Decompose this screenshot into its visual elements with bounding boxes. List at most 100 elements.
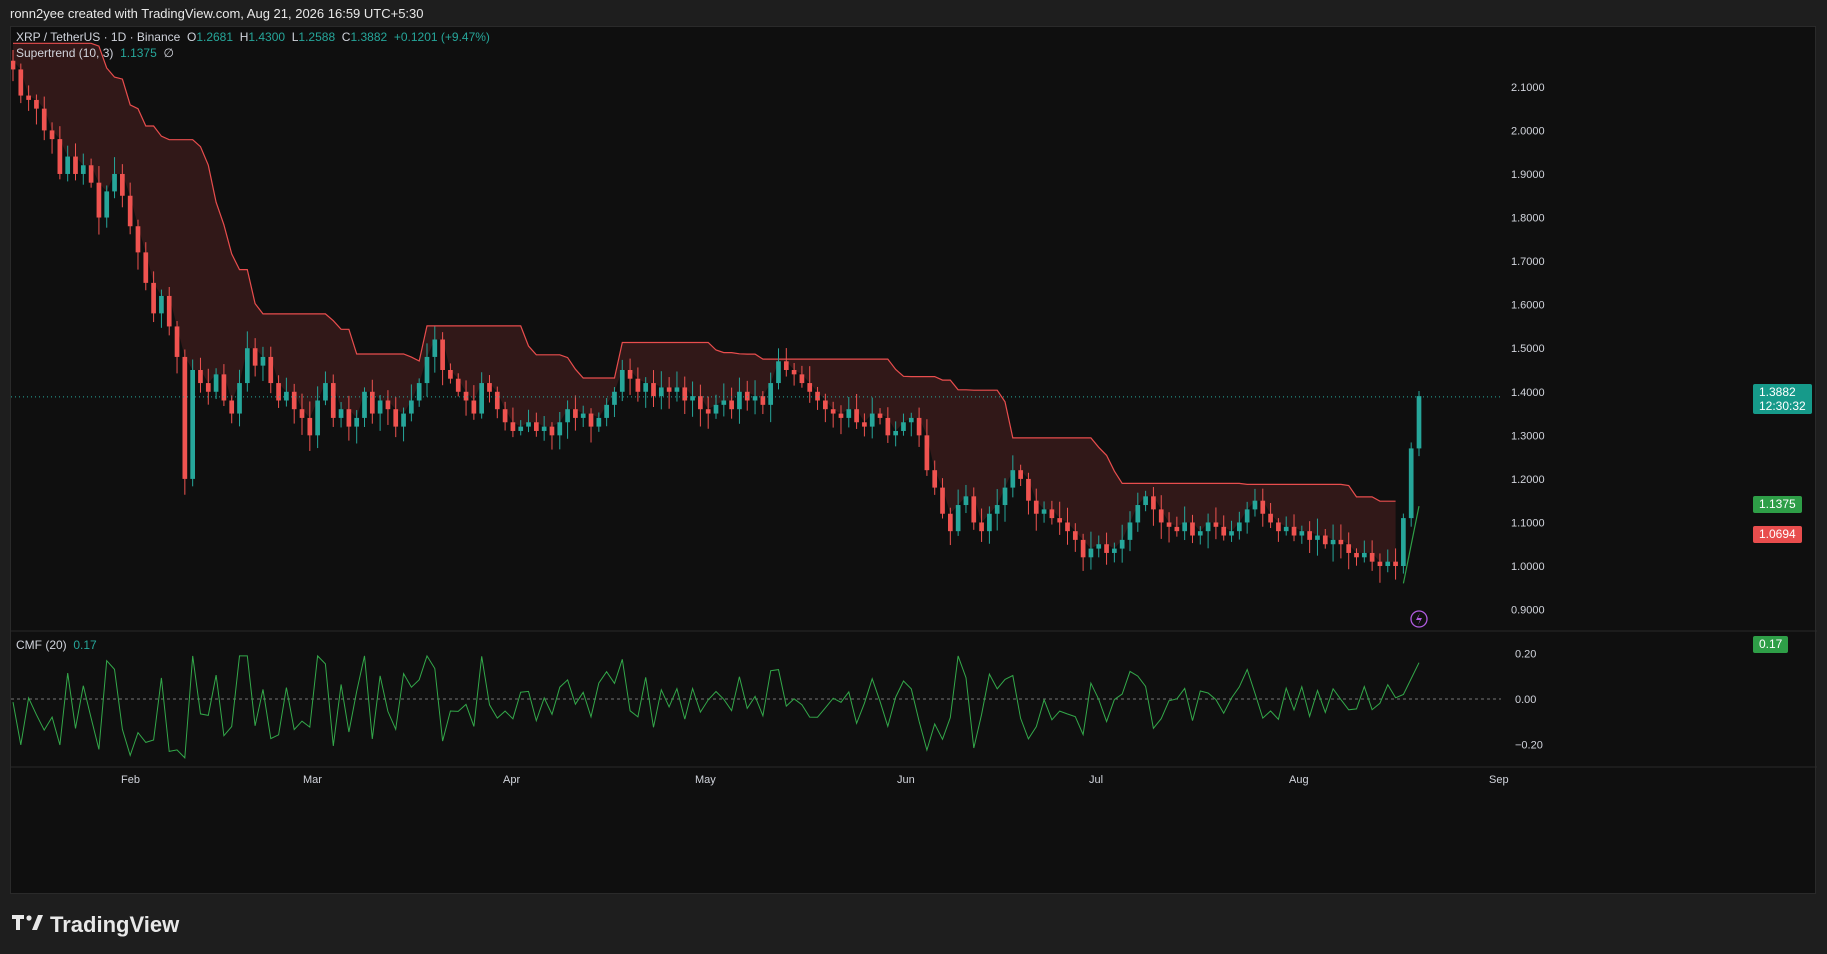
candle-body <box>1338 539 1344 545</box>
candle-body <box>557 422 563 436</box>
supertrend-empty-icon: ∅ <box>163 46 174 60</box>
candle-body <box>299 409 305 418</box>
candle-body <box>315 400 320 436</box>
cmf-legend[interactable]: CMF (20) 0.17 <box>16 638 97 652</box>
candle-body <box>908 417 914 423</box>
candle-body <box>1330 539 1336 545</box>
candle-body <box>526 422 531 427</box>
candle <box>135 219 141 270</box>
price-tick-label: 2.0000 <box>1511 125 1545 137</box>
candle-body <box>11 60 16 70</box>
candle <box>182 349 188 495</box>
price-tick-label: 1.5000 <box>1511 343 1545 355</box>
candle-body <box>854 409 859 423</box>
candle-body <box>1213 522 1219 527</box>
candle-body <box>1182 522 1188 532</box>
candle-body <box>807 383 813 392</box>
candle-body <box>330 383 336 418</box>
candle-body <box>916 417 922 436</box>
cmf-label[interactable]: CMF (20) <box>16 638 67 652</box>
candle <box>18 63 24 104</box>
candle-body <box>1346 544 1352 553</box>
candle-body <box>885 417 891 436</box>
candle-body <box>729 400 734 410</box>
candle-body <box>1276 522 1281 532</box>
price-tick-label: 1.0000 <box>1511 561 1545 573</box>
candle-body <box>1096 544 1102 549</box>
candle-body <box>877 413 883 418</box>
candle-body <box>416 383 422 401</box>
tradingview-logo[interactable]: TradingView <box>12 912 179 938</box>
price-tick-label: 1.8000 <box>1511 213 1545 225</box>
candle <box>362 387 367 427</box>
bar-countdown: 12:30:32 <box>1759 399 1806 413</box>
candle-body <box>440 339 445 370</box>
candle-body <box>49 130 55 140</box>
candle-body <box>1018 470 1023 479</box>
candle-body <box>1252 500 1258 510</box>
candle-body <box>776 361 781 384</box>
candle-body <box>846 409 852 418</box>
candle-body <box>783 361 789 370</box>
candle-body <box>135 226 141 253</box>
candle-body <box>393 409 399 427</box>
candle-body <box>166 295 172 327</box>
candle-body <box>1229 531 1234 536</box>
candle-body <box>323 383 328 401</box>
time-axis-label: Sep <box>1489 774 1509 786</box>
candle-body <box>1268 513 1273 523</box>
supertrend-legend[interactable]: Supertrend (10, 3) 1.1375 ∅ <box>16 46 174 60</box>
candle-body <box>651 383 656 397</box>
price-tick-label: 1.6000 <box>1511 300 1545 312</box>
cmf-current-tag: 0.17 <box>1753 636 1789 653</box>
price-tick-label: 1.2000 <box>1511 474 1545 486</box>
time-axis-label: May <box>695 774 716 786</box>
price-tick-label: 0.9000 <box>1511 605 1545 617</box>
candle-body <box>1283 526 1289 532</box>
candle-body <box>80 165 86 174</box>
candle-body <box>307 417 313 436</box>
candle-body <box>612 391 617 405</box>
candle-body <box>838 413 844 418</box>
candle-body <box>518 426 524 431</box>
candle-body <box>791 369 797 375</box>
price-tick-label: 1.1000 <box>1511 517 1545 529</box>
candle-body <box>127 195 133 227</box>
candle-body <box>190 369 195 479</box>
cmf-value: 0.17 <box>73 638 97 652</box>
candle-body <box>596 417 602 427</box>
candle-body <box>768 383 774 405</box>
candle-body <box>1010 470 1016 488</box>
symbol-name[interactable]: XRP / TetherUS · 1D · Binance <box>16 30 180 44</box>
symbol-legend[interactable]: XRP / TetherUS · 1D · Binance O1.2681 H1… <box>16 30 490 44</box>
candle-body <box>565 409 570 423</box>
chart-frame[interactable]: 2.1000 2.0000 1.9000 1.8000 1.7000 1.6000 1.50… <box>10 26 1817 895</box>
candle-body <box>963 496 969 506</box>
candle-body <box>346 409 352 427</box>
price-chart[interactable]: 2.1000 2.0000 1.9000 1.8000 1.7000 1.6000 1.50… <box>11 27 1817 895</box>
candle-body <box>1401 518 1406 567</box>
candle-body <box>471 400 477 414</box>
supertrend-label[interactable]: Supertrend (10, 3) <box>16 46 113 60</box>
candle-body <box>541 426 547 431</box>
candle-body <box>385 400 391 410</box>
cmf-tick-label: −0.20 <box>1515 739 1543 751</box>
candle-body <box>268 356 274 384</box>
candle-body <box>815 391 820 401</box>
candle-body <box>479 383 485 414</box>
candle-body <box>1315 535 1320 540</box>
time-axis-label: Mar <box>303 774 322 786</box>
candle <box>947 507 953 546</box>
candle-body <box>213 374 219 392</box>
candle <box>1416 391 1422 457</box>
candle-body <box>940 487 945 514</box>
candle-body <box>1307 531 1312 540</box>
candle-body <box>1385 561 1391 567</box>
candle-body <box>510 422 516 431</box>
candle-body <box>893 430 898 436</box>
change-value: +0.1201 (+9.47%) <box>393 30 490 44</box>
candle-body <box>1041 509 1047 514</box>
candle-body <box>635 378 641 392</box>
candle-body <box>1143 496 1148 506</box>
candle <box>1026 472 1031 515</box>
